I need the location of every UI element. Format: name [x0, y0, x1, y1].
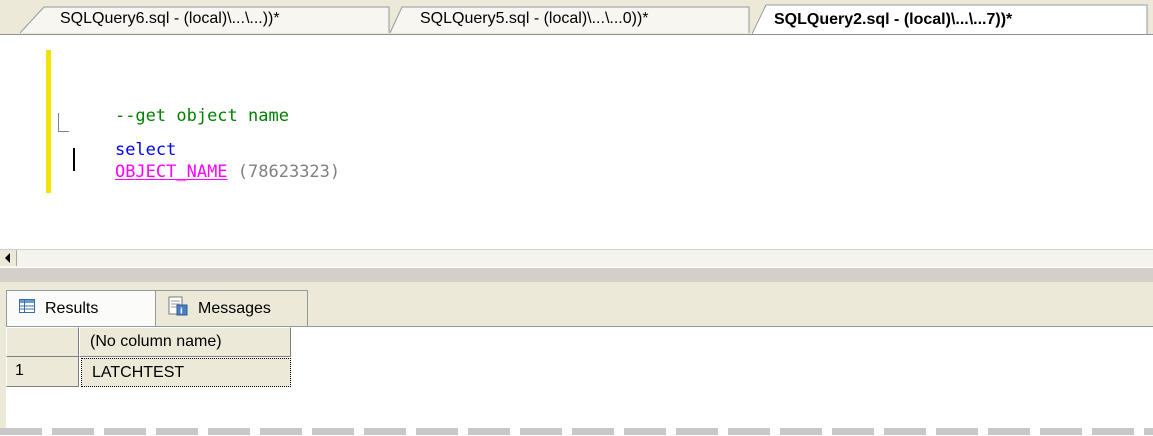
tab-label: SQLQuery5.sql - (local)\...\...0))* [420, 10, 649, 27]
sql-function: OBJECT_NAME [114, 162, 228, 182]
change-indicator-bar [46, 50, 51, 193]
grid-column-header[interactable]: (No column name) [79, 327, 291, 357]
torn-bottom-edge [0, 428, 1153, 435]
tab-sqlquery2[interactable]: SQLQuery2.sql - (local)\...\...7))* [752, 4, 1152, 34]
results-pane: Results i Messages (No column name) 1 LA… [0, 282, 1153, 436]
editor-horizontal-scrollbar[interactable] [0, 249, 1153, 267]
text-caret [73, 148, 75, 171]
tab-sqlquery5[interactable]: SQLQuery5.sql - (local)\...\...0))* [390, 6, 750, 33]
results-grid[interactable]: (No column name) 1 LATCHTEST [6, 326, 1153, 436]
tab-results[interactable]: Results [6, 290, 156, 326]
grid-corner-header[interactable] [6, 327, 79, 357]
results-grid-icon [19, 299, 35, 318]
scroll-left-button[interactable] [0, 250, 17, 266]
grid-cell-selected[interactable]: LATCHTEST [81, 358, 291, 387]
messages-icon: i [168, 296, 188, 321]
sql-keyword: select [114, 140, 177, 160]
tab-messages-label: Messages [198, 299, 271, 317]
tab-sqlquery6[interactable]: SQLQuery6.sql - (local)\...\...))* [20, 6, 390, 33]
tab-label: SQLQuery6.sql - (local)\...\...))* [60, 10, 280, 27]
grid-row-header[interactable]: 1 [6, 357, 79, 387]
sql-argument: (78623323) [227, 162, 341, 182]
svg-text:i: i [180, 307, 183, 316]
tab-results-label: Results [45, 299, 99, 317]
code-line-select[interactable]: select OBJECT_NAME (78623323) [74, 117, 340, 205]
scroll-left-icon [5, 253, 10, 263]
pane-splitter[interactable] [0, 267, 1153, 283]
tab-label: SQLQuery2.sql - (local)\...\...7))* [774, 11, 1013, 28]
outline-collapse-line [58, 113, 69, 132]
document-tab-strip: SQLQuery6.sql - (local)\...\...))* SQLQu… [0, 0, 1153, 35]
query-editor[interactable]: --get object name select OBJECT_NAME (78… [0, 35, 1153, 249]
tab-messages[interactable]: i Messages [156, 290, 308, 326]
